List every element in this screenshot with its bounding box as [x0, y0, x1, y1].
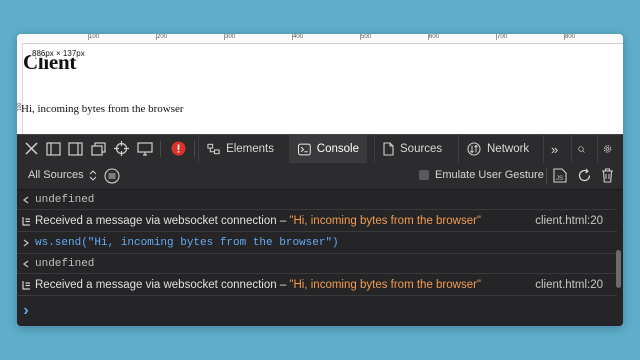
emulate-gesture-label: Emulate User Gesture — [435, 169, 544, 181]
console-log: undefined Received a message via websock… — [17, 190, 623, 326]
elements-icon — [207, 143, 220, 155]
dimensions-badge: 886px × 137px — [31, 49, 86, 58]
ruler-label: 500 — [361, 34, 372, 40]
undock-icon[interactable] — [90, 140, 107, 157]
log-message: Received a message via websocket connect… — [35, 278, 290, 291]
updown-chevron-icon — [89, 169, 97, 181]
gear-icon — [603, 145, 612, 153]
console-row-log: Received a message via websocket connect… — [17, 210, 617, 232]
log-source-link[interactable]: client.html:20 — [535, 279, 603, 291]
ruler-label: 800 — [565, 34, 576, 40]
result-arrow-icon — [17, 195, 35, 204]
tab-label: Console — [316, 143, 359, 155]
more-tabs-button[interactable]: » — [543, 135, 571, 163]
emulate-gesture-checkbox[interactable] — [419, 170, 429, 180]
log-icon — [17, 280, 35, 290]
console-filter-bar: All Sources Emulate User Gesture JS — [17, 163, 623, 190]
tab-label: Elements — [226, 143, 274, 155]
search-button[interactable] — [571, 135, 597, 163]
result-text: undefined — [35, 193, 95, 206]
input-chevron-icon — [17, 238, 35, 247]
console-prompt-row[interactable]: › — [17, 296, 617, 326]
emulate-gesture-toggle[interactable]: Emulate User Gesture — [419, 169, 544, 181]
ruler-label: 600 — [429, 34, 440, 40]
console-input[interactable] — [35, 302, 617, 320]
sources-icon — [383, 142, 394, 156]
more-tabs-label: » — [551, 141, 559, 157]
result-arrow-icon — [17, 259, 35, 268]
network-icon — [467, 142, 481, 156]
log-string: "Hi, incoming bytes from the browser" — [289, 214, 482, 227]
sources-dropdown-label: All Sources — [28, 169, 84, 181]
tab-network[interactable]: Network — [458, 135, 538, 163]
device-icon[interactable] — [136, 140, 153, 157]
ruler-label: 200 — [157, 34, 168, 40]
console-row-log: Received a message via websocket connect… — [17, 274, 617, 296]
ruler-label: 100 — [89, 34, 100, 40]
svg-text:JS: JS — [556, 176, 563, 182]
trash-icon[interactable] — [601, 168, 614, 186]
log-string: "Hi, incoming bytes from the browser" — [289, 278, 482, 291]
devtools-toolbar: Elements Console Sources Network » — [17, 134, 623, 164]
prompt-chevron: › — [23, 302, 29, 319]
close-icon[interactable] — [23, 140, 40, 157]
tab-elements[interactable]: Elements — [198, 135, 282, 163]
clear-console-icon[interactable] — [104, 168, 120, 187]
page-paragraph: Hi, incoming bytes from the browser — [21, 103, 184, 115]
browser-window: 100 200 300 400 500 600 700 800 100 Clie… — [17, 34, 623, 326]
page-viewport: 100 200 300 400 500 600 700 800 100 Clie… — [17, 34, 623, 134]
tab-label: Sources — [400, 143, 443, 155]
dock-right-icon[interactable] — [67, 140, 84, 157]
crosshair-icon[interactable] — [113, 140, 130, 157]
log-source-link[interactable]: client.html:20 — [535, 215, 603, 227]
horizontal-ruler: 100 200 300 400 500 600 700 800 — [17, 34, 623, 44]
ruler-label: 300 — [225, 34, 236, 40]
javascript-context-icon[interactable]: JS — [553, 168, 567, 186]
ruler-label: 400 — [293, 34, 304, 40]
tab-sources[interactable]: Sources — [374, 135, 454, 163]
log-icon — [17, 216, 35, 226]
input-command: ws.send("Hi, incoming bytes from the bro… — [35, 236, 339, 249]
dock-left-icon[interactable] — [45, 140, 62, 157]
console-row-result: undefined — [17, 190, 617, 210]
console-icon — [298, 143, 311, 155]
ruler-label: 700 — [497, 34, 508, 40]
log-message: Received a message via websocket connect… — [35, 214, 290, 227]
console-scrollbar[interactable] — [616, 250, 621, 288]
console-row-input: ws.send("Hi, incoming bytes from the bro… — [17, 232, 617, 254]
tab-label: Network — [487, 143, 530, 155]
settings-button[interactable] — [597, 135, 623, 163]
error-badge-icon[interactable] — [170, 140, 187, 157]
reload-icon[interactable] — [577, 168, 592, 186]
tab-console[interactable]: Console — [289, 135, 367, 163]
search-icon — [578, 145, 585, 153]
sources-dropdown[interactable]: All Sources — [28, 169, 97, 181]
console-row-result: undefined — [17, 254, 617, 274]
result-text: undefined — [35, 257, 95, 270]
